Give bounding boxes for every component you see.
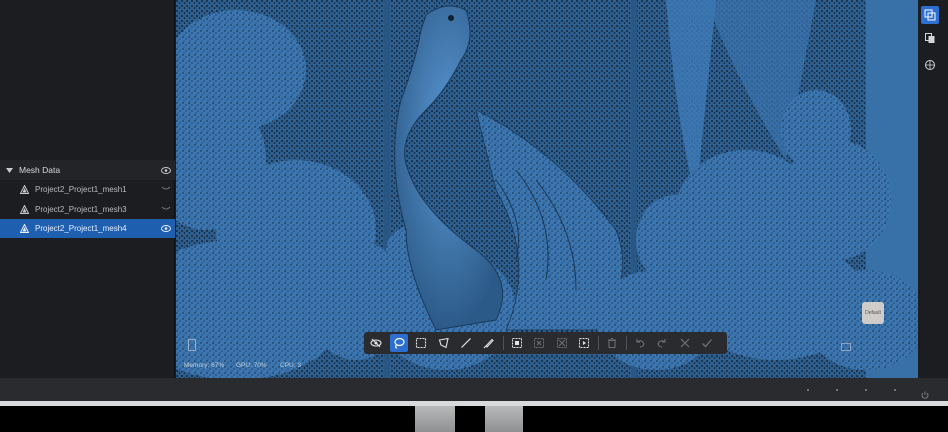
- hidden-eye-icon[interactable]: [161, 185, 171, 193]
- copy-icon[interactable]: [921, 29, 939, 47]
- undo-icon[interactable]: [631, 334, 649, 352]
- navigation-cube[interactable]: Default: [862, 302, 884, 324]
- selection-toolbar: [364, 332, 727, 354]
- mesh-render: [176, 0, 918, 378]
- line-select-icon[interactable]: [457, 334, 475, 352]
- visibility-toggle-icon[interactable]: [367, 334, 385, 352]
- brush-select-icon[interactable]: [480, 334, 498, 352]
- delete-icon[interactable]: [603, 334, 621, 352]
- phone-icon[interactable]: [188, 338, 196, 356]
- mesh-label: Project2_Project1_mesh1: [35, 185, 127, 194]
- cpu-stat: CPU: 3: [280, 362, 301, 369]
- status-dot: [894, 389, 896, 391]
- lasso-select-icon[interactable]: [389, 334, 408, 352]
- monitor-stand-right: [485, 406, 523, 432]
- toolbar-divider: [625, 336, 627, 350]
- mesh-list-item[interactable]: Project2_Project1_mesh1: [0, 180, 175, 199]
- invert-select-icon[interactable]: [508, 334, 526, 352]
- mesh-triangle-icon: [20, 205, 29, 214]
- memory-stat: Memory: 67%: [184, 362, 225, 369]
- toolbar-divider: [597, 336, 599, 350]
- hidden-eye-icon[interactable]: [161, 205, 171, 213]
- view-axis-icon[interactable]: [841, 338, 851, 356]
- rectangle-select-icon[interactable]: [412, 334, 430, 352]
- mesh-list-item-selected[interactable]: Project2_Project1_mesh4: [0, 219, 175, 238]
- gpu-stat: GPU: 70%: [236, 362, 267, 369]
- mesh-data-panel: Mesh Data Project2_Project1_mesh1 Projec…: [0, 0, 175, 378]
- mesh-data-header[interactable]: Mesh Data: [0, 160, 175, 180]
- 3d-viewport[interactable]: Memory: 67% GPU: 70% CPU: 3 Default: [176, 0, 918, 378]
- texture-icon[interactable]: [921, 56, 939, 74]
- monitor-stand-left: [415, 406, 455, 432]
- polygon-select-icon[interactable]: [435, 334, 453, 352]
- right-toolbar: [918, 0, 948, 378]
- nav-cube-label: Default: [865, 310, 881, 316]
- eye-icon[interactable]: [161, 224, 171, 232]
- cancel-icon[interactable]: [676, 334, 694, 352]
- mesh-triangle-icon: [20, 185, 29, 194]
- select-all-icon[interactable]: [553, 334, 571, 352]
- toolbar-divider: [502, 336, 504, 350]
- layers-icon[interactable]: [921, 6, 939, 24]
- status-dot: [807, 389, 809, 391]
- status-dot: [836, 389, 838, 391]
- mesh-label: Project2_Project1_mesh4: [35, 224, 127, 233]
- collapse-caret-icon[interactable]: [5, 166, 13, 174]
- mesh-list-item[interactable]: Project2_Project1_mesh3: [0, 200, 175, 219]
- section-title: Mesh Data: [19, 165, 61, 175]
- monitor-bezel: [0, 401, 948, 406]
- application-window: Mesh Data Project2_Project1_mesh1 Projec…: [0, 0, 948, 378]
- eye-icon[interactable]: [161, 166, 171, 176]
- mesh-label: Project2_Project1_mesh3: [35, 205, 127, 214]
- deselect-icon[interactable]: [530, 334, 548, 352]
- confirm-icon[interactable]: [698, 334, 716, 352]
- mesh-triangle-icon: [20, 224, 29, 233]
- redo-icon[interactable]: [653, 334, 671, 352]
- select-connected-icon[interactable]: [575, 334, 593, 352]
- status-dot: [865, 389, 867, 391]
